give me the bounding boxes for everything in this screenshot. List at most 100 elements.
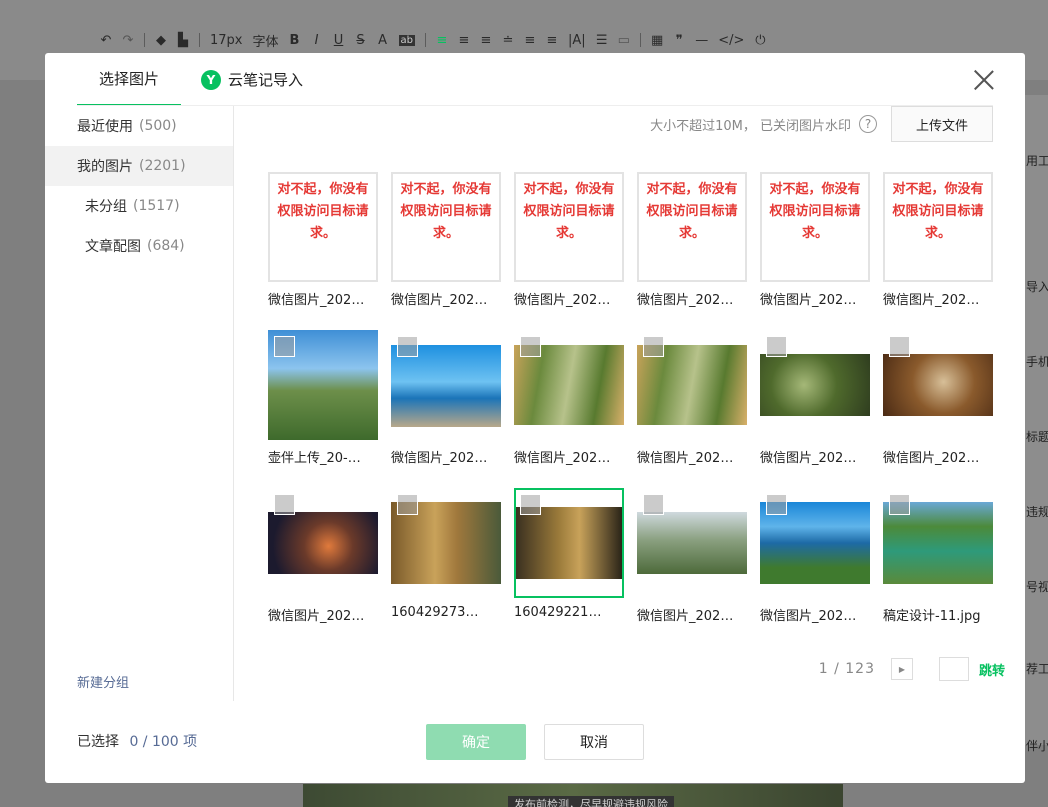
right-panel-label[interactable]: 手机 — [1026, 353, 1048, 370]
image-thumbnail — [391, 330, 501, 440]
page-jump-input[interactable] — [938, 657, 969, 681]
align-left-icon[interactable]: ≡ — [436, 33, 448, 48]
indent-icon[interactable]: ≡ — [458, 33, 470, 48]
help-icon[interactable]: ? — [859, 115, 877, 133]
image-checkbox[interactable] — [766, 494, 787, 515]
image-error-text: 对不起，你没有权限访问目标请求。 — [637, 172, 747, 282]
tab-cloud-note-import[interactable]: Y 云笔记导入 — [201, 53, 303, 106]
code-icon[interactable]: </> — [718, 33, 744, 48]
divider-icon[interactable]: — — [695, 33, 708, 48]
sidebar-item-article-images[interactable]: 文章配图 (684) — [45, 226, 233, 266]
image-filename: 微信图片_202… — [637, 451, 734, 466]
image-filename: 160429273… — [391, 605, 479, 620]
sidebar-item-label: 未分组 — [85, 199, 127, 215]
font-family-select[interactable]: 字体 — [253, 31, 279, 50]
selection-counter: 已选择 0 / 100 项 — [77, 731, 197, 751]
spacing-icon[interactable]: ≐ — [502, 33, 514, 48]
image-checkbox[interactable] — [889, 336, 910, 357]
image-error-text: 对不起，你没有权限访问目标请求。 — [883, 172, 993, 282]
image-checkbox[interactable] — [643, 336, 664, 357]
right-panel-label[interactable]: 违规 — [1026, 503, 1048, 520]
bold-icon[interactable]: B — [289, 33, 301, 48]
table-icon[interactable]: ▦ — [651, 33, 663, 48]
sidebar-item-label: 文章配图 — [85, 239, 141, 255]
image-checkbox[interactable] — [274, 336, 295, 357]
close-icon[interactable] — [973, 69, 995, 91]
image-filename: 160429221… — [514, 605, 602, 620]
power-icon[interactable]: ⏻ — [754, 33, 766, 48]
right-panel-label[interactable]: 号视 — [1026, 578, 1048, 595]
image-checkbox[interactable] — [889, 494, 910, 515]
font-color-icon[interactable]: A — [377, 33, 389, 48]
new-group-link[interactable]: 新建分组 — [77, 672, 129, 691]
sidebar-item-ungrouped[interactable]: 未分组 (1517) — [45, 186, 233, 226]
letter-spacing-icon[interactable]: |A| — [568, 33, 586, 48]
sidebar-item-label: 我的图片 — [77, 159, 133, 175]
image-picker-dialog: 选择图片 Y 云笔记导入 最近使用 (500) 我的图片 (2201) 未分组 … — [45, 53, 1025, 783]
image-filename: 稿定设计-11.jpg — [883, 609, 981, 624]
page-indicator: 1 / 123 — [818, 661, 875, 677]
line-height-icon[interactable]: ≡ — [524, 33, 536, 48]
cancel-button[interactable]: 取消 — [544, 724, 644, 760]
page-jump-button[interactable]: 跳转 — [979, 660, 1005, 679]
format-painter-icon[interactable]: ▙ — [177, 33, 189, 48]
right-panel-label: 用工 — [1026, 154, 1048, 168]
image-filename: 微信图片_202… — [760, 609, 857, 624]
sidebar-item-recent[interactable]: 最近使用 (500) — [45, 106, 233, 146]
image-checkbox[interactable] — [766, 336, 787, 357]
align-center-icon[interactable]: ≡ — [480, 33, 492, 48]
tab-label: 选择图片 — [98, 70, 159, 88]
font-size-select[interactable]: 17px — [210, 33, 243, 48]
image-filename: 微信图片_202… — [268, 293, 365, 308]
border-icon[interactable]: ▭ — [618, 33, 630, 48]
image-filename: 微信图片_202… — [268, 609, 365, 624]
right-panel-label[interactable]: 导入 — [1026, 278, 1048, 295]
image-thumbnail — [883, 330, 993, 440]
eraser-icon[interactable]: ◆ — [155, 33, 167, 48]
sidebar-item-count: (1517) — [133, 198, 180, 214]
image-filename: 微信图片_202… — [760, 451, 857, 466]
right-panel-label[interactable]: 标题 — [1026, 428, 1048, 445]
list-icon[interactable]: ☰ — [596, 33, 608, 48]
image-filename: 微信图片_202… — [514, 451, 611, 466]
list-indent-icon[interactable]: ≡ — [546, 33, 558, 48]
image-filename: 壶伴上传_20-… — [268, 451, 361, 466]
upload-file-button[interactable]: 上传文件 — [891, 106, 993, 142]
sidebar-item-my-images[interactable]: 我的图片 (2201) — [45, 146, 233, 186]
pagination: 1 / 123 ▶ 跳转 — [819, 657, 1005, 681]
image-checkbox[interactable] — [520, 494, 541, 515]
image-error-text: 对不起，你没有权限访问目标请求。 — [760, 172, 870, 282]
image-thumbnail — [883, 488, 993, 598]
image-filename: 微信图片_202… — [637, 609, 734, 624]
image-content-area: 大小不超过10M， 已关闭图片水印 ? 上传文件 对不起，你没有权限访问目标请求… — [235, 106, 1025, 701]
selection-count: 0 / 100 项 — [129, 734, 198, 750]
sidebar-item-count: (500) — [139, 118, 177, 134]
selection-label: 已选择 — [77, 734, 119, 750]
right-panel-label[interactable]: 伴小 — [1026, 737, 1048, 754]
image-filename: 微信图片_202… — [391, 293, 488, 308]
quote-icon[interactable]: ❞ — [673, 33, 685, 48]
image-error-text: 对不起，你没有权限访问目标请求。 — [268, 172, 378, 282]
image-filename: 微信图片_202… — [391, 451, 488, 466]
next-page-icon[interactable]: ▶ — [890, 658, 913, 680]
strikethrough-icon[interactable]: S — [355, 33, 367, 48]
image-thumbnail — [268, 488, 378, 598]
image-thumbnail — [637, 488, 747, 598]
undo-icon[interactable]: ↶ — [100, 33, 112, 48]
image-thumbnail — [514, 330, 624, 440]
tab-select-image[interactable]: 选择图片 — [77, 53, 181, 106]
redo-icon[interactable]: ↷ — [122, 33, 134, 48]
confirm-button[interactable]: 确定 — [426, 724, 526, 760]
italic-icon[interactable]: I — [311, 33, 323, 48]
underline-icon[interactable]: U — [333, 33, 345, 48]
image-checkbox[interactable] — [274, 494, 295, 515]
image-error-text: 对不起，你没有权限访问目标请求。 — [514, 172, 624, 282]
upload-hint: 大小不超过10M， 已关闭图片水印 — [650, 118, 851, 134]
image-checkbox[interactable] — [397, 494, 418, 515]
image-checkbox[interactable] — [520, 336, 541, 357]
image-filename: 微信图片_202… — [514, 293, 611, 308]
image-checkbox[interactable] — [643, 494, 664, 515]
image-filename: 微信图片_202… — [883, 451, 980, 466]
image-checkbox[interactable] — [397, 336, 418, 357]
highlight-icon[interactable]: ab — [398, 34, 415, 46]
